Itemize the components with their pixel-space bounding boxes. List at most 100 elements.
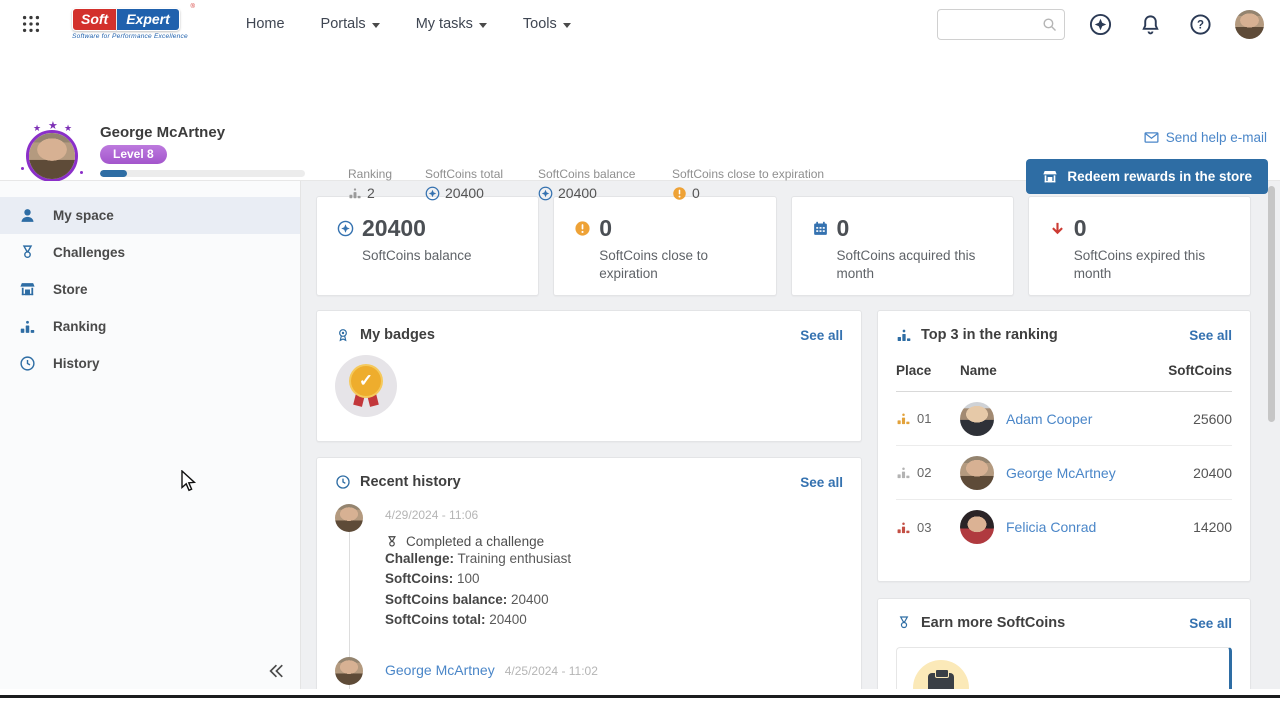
history-field-value: 20400 bbox=[489, 612, 527, 627]
sidebar-item-store[interactable]: Store bbox=[0, 271, 300, 308]
stat-card-label: SoftCoins expired this month bbox=[1049, 247, 1229, 282]
level-star-icon: ★ bbox=[33, 124, 41, 133]
notifications-bell-icon[interactable] bbox=[1135, 9, 1165, 39]
clock-icon bbox=[19, 355, 36, 372]
earn-more-softcoins-card: Earn more SoftCoins See all bbox=[877, 598, 1251, 695]
redeem-rewards-button[interactable]: Redeem rewards in the store bbox=[1026, 159, 1268, 194]
earn-challenge-item[interactable] bbox=[896, 647, 1232, 695]
sidebar-label: Ranking bbox=[53, 319, 106, 334]
history-field-value: Training enthusiast bbox=[458, 551, 572, 566]
menu-portals[interactable]: Portals bbox=[321, 16, 380, 32]
top3-ranking-card: Top 3 in the ranking See all Place Name … bbox=[877, 310, 1251, 582]
column-softcoins: SoftCoins bbox=[1168, 363, 1232, 378]
sidebar-label: Challenges bbox=[53, 245, 125, 260]
stat-card-expiration: 0 SoftCoins close to expiration bbox=[553, 196, 776, 296]
column-place: Place bbox=[896, 363, 960, 378]
envelope-icon bbox=[1143, 129, 1160, 146]
softcoins-icon[interactable] bbox=[1085, 9, 1115, 39]
right-column: Top 3 in the ranking See all Place Name … bbox=[877, 310, 1251, 695]
send-help-email-link[interactable]: Send help e-mail bbox=[1143, 129, 1267, 146]
header-stat-ranking: Ranking 2 bbox=[348, 167, 392, 201]
rank-place-value: 02 bbox=[917, 465, 931, 480]
column-name: Name bbox=[960, 363, 1168, 378]
history-field-label: SoftCoins total: bbox=[385, 612, 486, 627]
badge-item[interactable]: ✓ bbox=[335, 355, 397, 417]
earn-see-all-link[interactable]: See all bbox=[1189, 616, 1232, 631]
mouse-cursor bbox=[178, 470, 200, 499]
header-stat-expiration: SoftCoins close to expiration 0 bbox=[672, 167, 824, 201]
stat-value: 20400 bbox=[558, 185, 597, 201]
card-title-text: My badges bbox=[360, 327, 435, 343]
stat-card-balance: 20400 SoftCoins balance bbox=[316, 196, 539, 296]
search-icon[interactable] bbox=[1041, 16, 1058, 33]
menu-my-tasks[interactable]: My tasks bbox=[416, 16, 487, 32]
podium-icon bbox=[896, 327, 912, 343]
menu-home[interactable]: Home bbox=[246, 16, 285, 32]
rank-place-value: 01 bbox=[917, 411, 931, 426]
history-timestamp: 4/29/2024 - 11:06 bbox=[385, 502, 843, 522]
stat-card-value: 0 bbox=[599, 215, 612, 242]
stat-label: SoftCoins total bbox=[425, 167, 503, 181]
stat-card-value: 0 bbox=[1074, 215, 1087, 242]
rank-avatar bbox=[960, 510, 994, 544]
history-entry-avatar bbox=[335, 657, 363, 685]
rank-softcoins-value: 14200 bbox=[1193, 519, 1232, 535]
badges-see-all-link[interactable]: See all bbox=[800, 328, 843, 343]
profile-avatar[interactable] bbox=[29, 133, 75, 179]
workspace: My space Challenges Store Ranking bbox=[0, 181, 1280, 695]
user-avatar[interactable] bbox=[1235, 10, 1264, 39]
medal-icon bbox=[896, 615, 912, 631]
sidebar: My space Challenges Store Ranking bbox=[0, 181, 301, 695]
level-progress-bar bbox=[100, 170, 305, 177]
sidebar-item-history[interactable]: History bbox=[0, 345, 300, 382]
global-search bbox=[937, 9, 1065, 40]
level-star-icon: ★ bbox=[48, 121, 58, 132]
sidebar-item-my-space[interactable]: My space bbox=[0, 197, 300, 234]
ranking-see-all-link[interactable]: See all bbox=[1189, 328, 1232, 343]
sidebar-collapse-icon[interactable] bbox=[266, 661, 286, 681]
menu-tools[interactable]: Tools bbox=[523, 16, 571, 32]
my-badges-card: My badges See all ✓ bbox=[316, 310, 862, 442]
header-stat-total: SoftCoins total 20400 bbox=[425, 167, 503, 201]
sidebar-label: History bbox=[53, 356, 100, 371]
send-help-email-label: Send help e-mail bbox=[1166, 130, 1267, 145]
stat-card-label: SoftCoins balance bbox=[337, 247, 517, 265]
sidebar-item-ranking[interactable]: Ranking bbox=[0, 308, 300, 345]
search-input[interactable] bbox=[946, 17, 1041, 32]
menu-my-tasks-label: My tasks bbox=[416, 16, 473, 32]
main-menu: Home Portals My tasks Tools bbox=[210, 16, 571, 32]
history-field-label: SoftCoins: bbox=[385, 571, 453, 586]
redeem-rewards-label: Redeem rewards in the store bbox=[1067, 169, 1252, 184]
app-grid-icon[interactable] bbox=[16, 9, 46, 39]
profile-avatar-frame: ★ ★ ★ bbox=[26, 130, 78, 182]
softexpert-logo[interactable]: Soft Expert ® Software for Performance E… bbox=[72, 8, 188, 40]
sidebar-item-challenges[interactable]: Challenges bbox=[0, 234, 300, 271]
history-field-label: Challenge: bbox=[385, 551, 454, 566]
page-scrollbar-thumb[interactable] bbox=[1268, 186, 1275, 422]
sidebar-label: Store bbox=[53, 282, 88, 297]
warning-coin-icon bbox=[574, 220, 591, 237]
calendar-icon bbox=[812, 220, 829, 237]
profile-header: ★ ★ ★ George McArtney Level 8 800/6000 S… bbox=[0, 48, 1280, 181]
rank-avatar bbox=[960, 456, 994, 490]
stat-value: 0 bbox=[692, 185, 700, 201]
rank-softcoins-value: 20400 bbox=[1193, 465, 1232, 481]
history-entry-avatar bbox=[335, 504, 363, 532]
menu-home-label: Home bbox=[246, 16, 285, 32]
rank-user-link[interactable]: Felicia Conrad bbox=[1006, 519, 1096, 535]
history-see-all-link[interactable]: See all bbox=[800, 475, 843, 490]
stat-label: SoftCoins balance bbox=[538, 167, 635, 181]
rank-softcoins-value: 25600 bbox=[1193, 411, 1232, 427]
sidebar-label: My space bbox=[53, 208, 114, 223]
window-bottom-edge bbox=[0, 695, 1280, 698]
podium-bronze-icon bbox=[896, 520, 911, 535]
rank-user-link[interactable]: Adam Cooper bbox=[1006, 411, 1092, 427]
clock-icon bbox=[335, 474, 351, 490]
top-navbar: Soft Expert ® Software for Performance E… bbox=[0, 0, 1280, 48]
card-title-text: Earn more SoftCoins bbox=[921, 615, 1065, 631]
history-user-link[interactable]: George McArtney bbox=[385, 662, 495, 678]
rank-user-link[interactable]: George McArtney bbox=[1006, 465, 1116, 481]
help-icon[interactable]: ? bbox=[1185, 9, 1215, 39]
app-window: Soft Expert ® Software for Performance E… bbox=[0, 0, 1280, 704]
person-icon bbox=[19, 207, 36, 224]
